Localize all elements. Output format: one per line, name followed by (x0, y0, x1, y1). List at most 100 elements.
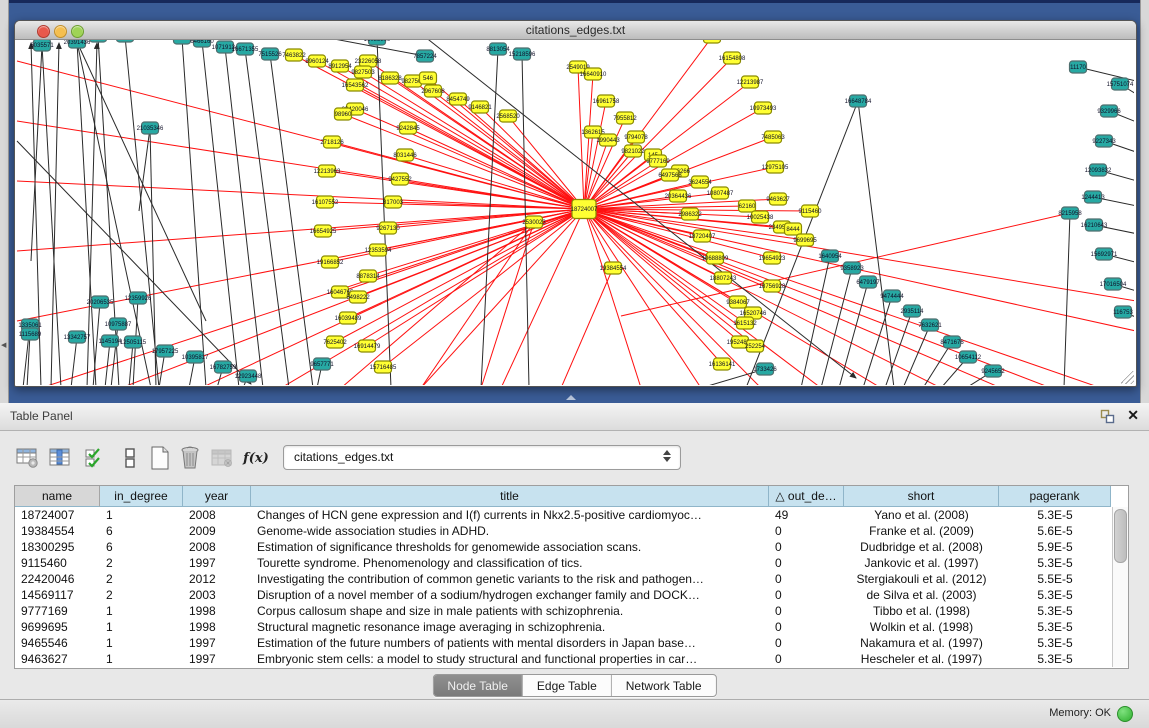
graph-node[interactable]: 2568520 (496, 110, 520, 122)
table-cell[interactable]: de Silva et al. (2003) (844, 587, 999, 603)
graph-node[interactable]: 16136141 (709, 358, 736, 370)
graph-node[interactable]: 16033809 (364, 40, 391, 45)
column-header-in_degree[interactable]: in_degree (100, 486, 183, 507)
graph-node[interactable]: 20391436 (64, 40, 91, 48)
graph-node[interactable]: 9463627 (766, 193, 790, 205)
table-cell[interactable]: 0 (769, 523, 844, 539)
graph-node[interactable]: 1990443 (596, 134, 620, 146)
graph-node[interactable]: 21035346 (137, 122, 164, 134)
column-header-name[interactable]: name (15, 486, 100, 507)
graph-node[interactable]: 9427552 (388, 173, 412, 185)
graph-node[interactable]: 8186328 (378, 72, 402, 84)
table-cell[interactable]: 9699695 (15, 619, 100, 635)
graph-node[interactable]: 10655287 (112, 40, 139, 42)
table-cell[interactable]: 9465546 (15, 635, 100, 651)
table-cell[interactable]: 6 (100, 539, 183, 555)
table-cell[interactable]: Estimation of the future numbers of pati… (251, 635, 769, 651)
table-cell[interactable]: Structural magnetic resonance image aver… (251, 619, 769, 635)
graph-node[interactable]: 8215958 (1058, 207, 1082, 219)
graph-node[interactable]: 1115689 (19, 328, 42, 340)
table-row[interactable]: 911546021997Tourette syndrome. Phenomeno… (15, 555, 1111, 571)
network-canvas[interactable]: 1872400725300237463822896012489129542322… (15, 40, 1134, 385)
table-cell[interactable]: Estimation of significance thresholds fo… (251, 539, 769, 555)
table-cell[interactable]: 5.3E-5 (999, 619, 1111, 635)
column-header-out_de[interactable]: △ out_de… (769, 486, 844, 507)
graph-node[interactable]: 8960124 (305, 55, 329, 67)
table-cell[interactable]: Yano et al. (2008) (844, 507, 999, 523)
table-cell[interactable]: Tibbo et al. (1998) (844, 603, 999, 619)
graph-node[interactable]: 12505115 (120, 336, 147, 348)
table-cell[interactable]: 2008 (183, 539, 251, 555)
graph-node[interactable]: 20364436 (665, 190, 692, 202)
graph-node[interactable]: 6035571 (30, 40, 54, 51)
table-cell[interactable]: 5.3E-5 (999, 507, 1111, 523)
table-cell[interactable]: 1 (100, 507, 183, 523)
graph-node[interactable]: 9821022 (621, 145, 645, 157)
table-cell[interactable]: 1 (100, 603, 183, 619)
float-panel-icon[interactable] (1100, 409, 1115, 424)
graph-node[interactable]: 10973493 (750, 102, 777, 114)
scrollbar-thumb[interactable] (1114, 509, 1127, 563)
graph-node[interactable]: 2935114 (901, 305, 925, 317)
graph-node[interactable]: 9474444 (880, 290, 904, 302)
graph-node[interactable]: 19166852 (317, 256, 344, 268)
table-cell[interactable]: 6 (100, 523, 183, 539)
graph-node[interactable]: 98960 (335, 108, 353, 120)
graph-node[interactable]: 16654925 (310, 225, 337, 237)
table-cell[interactable]: 14569117 (15, 587, 100, 603)
graph-node[interactable]: 9777169 (646, 155, 670, 167)
table-cell[interactable]: 0 (769, 651, 844, 667)
graph-node[interactable]: 817003 (383, 196, 404, 208)
graph-node[interactable]: 62160 (739, 200, 757, 212)
table-cell[interactable]: 1998 (183, 603, 251, 619)
graph-node[interactable]: 11170 (1070, 61, 1087, 73)
graph-node[interactable]: 18720407 (689, 230, 716, 242)
graph-node[interactable]: 9699695 (793, 234, 817, 246)
table-row[interactable]: 1938455462009Genome-wide association stu… (15, 523, 1111, 539)
graph-node[interactable]: 8444 (785, 223, 802, 235)
table-row[interactable]: 2242004622012Investigating the contribut… (15, 571, 1111, 587)
graph-node[interactable]: 15692971 (1091, 248, 1118, 260)
table-cell[interactable]: 0 (769, 619, 844, 635)
graph-node[interactable]: 8878314 (356, 270, 380, 282)
graph-node[interactable]: 1244413 (1081, 191, 1105, 203)
table-cell[interactable]: 5.3E-5 (999, 603, 1111, 619)
graph-node[interactable]: 546 (420, 72, 437, 84)
table-cell[interactable]: Jankovic et al. (1997) (844, 555, 999, 571)
graph-node[interactable]: 10807487 (707, 187, 734, 199)
table-cell[interactable]: 5.3E-5 (999, 635, 1111, 651)
table-cell[interactable]: 1 (100, 619, 183, 635)
table-cell[interactable]: 9777169 (15, 603, 100, 619)
graph-node[interactable]: 7625402 (323, 336, 347, 348)
table-cell[interactable]: 1 (100, 635, 183, 651)
table-cell[interactable]: 0 (769, 571, 844, 587)
table-cell[interactable]: 2003 (183, 587, 251, 603)
table-cell[interactable]: 1997 (183, 651, 251, 667)
table-cell[interactable]: 22420046 (15, 571, 100, 587)
table-cell[interactable]: Franke et al. (2009) (844, 523, 999, 539)
table-cell[interactable]: Nakamura et al. (1997) (844, 635, 999, 651)
table-cell[interactable]: Wolkin et al. (1998) (844, 619, 999, 635)
graph-node[interactable]: 7485063 (761, 131, 785, 143)
graph-node[interactable]: 9794078 (624, 131, 648, 143)
graph-node[interactable]: 1733426 (753, 363, 777, 375)
graph-node[interactable]: 18724007 (571, 200, 598, 219)
graph-node[interactable]: 16648784 (845, 95, 872, 107)
table-row[interactable]: 977716911998Corpus callosum shape and si… (15, 603, 1111, 619)
table-select-dropdown[interactable]: citations_edges.txt (283, 445, 681, 470)
table-cell[interactable]: Dudbridge et al. (2008) (844, 539, 999, 555)
delete-trash-icon[interactable] (176, 443, 204, 473)
graph-node[interactable]: 6479197 (856, 276, 880, 288)
column-header-short[interactable]: short (844, 486, 999, 507)
graph-node[interactable]: 2986322 (678, 208, 702, 220)
graph-node[interactable]: 252254 (745, 340, 766, 352)
graph-node[interactable]: 8471676 (940, 336, 964, 348)
table-cell[interactable]: 2 (100, 571, 183, 587)
table-cell[interactable]: 5.3E-5 (999, 651, 1111, 667)
graph-node[interactable]: 1615132 (733, 317, 757, 329)
graph-node[interactable]: 9146821 (468, 101, 492, 113)
graph-node[interactable]: 12975105 (762, 161, 789, 173)
table-cell[interactable]: 18724007 (15, 507, 100, 523)
graph-node[interactable]: 16961758 (593, 95, 620, 107)
table-row[interactable]: 1872400712008Changes of HCN gene express… (15, 507, 1111, 523)
